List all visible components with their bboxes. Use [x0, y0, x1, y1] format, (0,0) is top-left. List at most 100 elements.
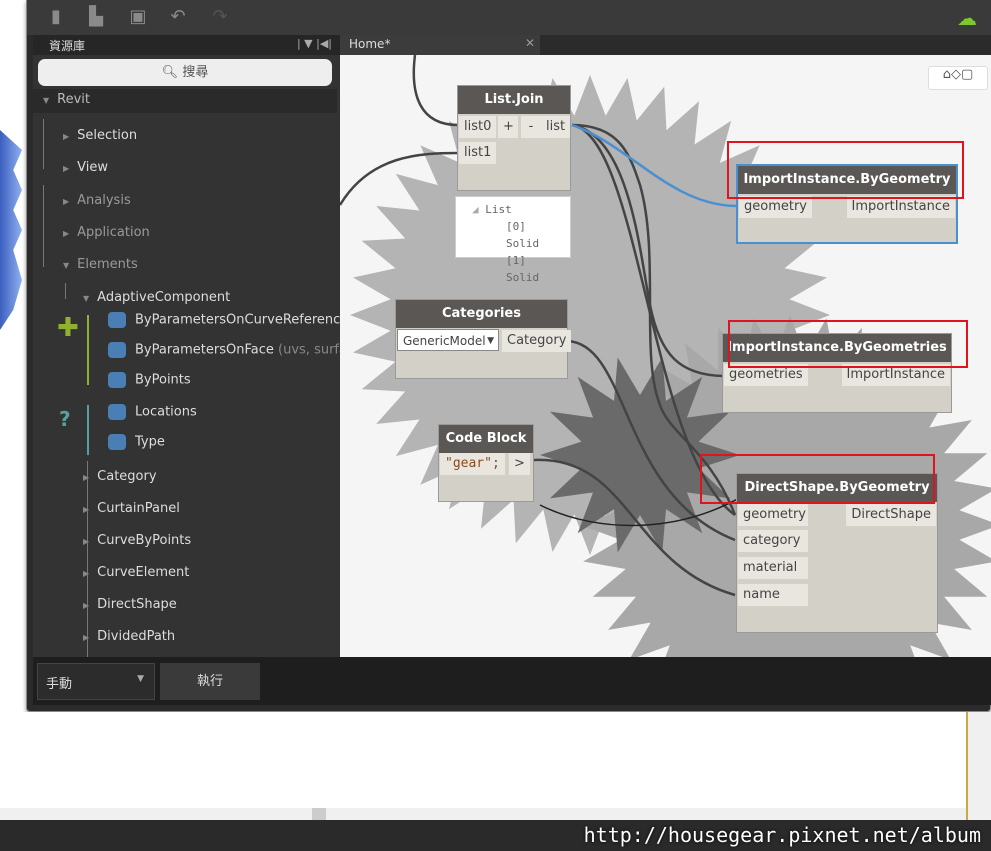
- add-input-button[interactable]: +: [498, 116, 518, 138]
- library-item-locations[interactable]: Locations: [108, 404, 197, 420]
- item-label: View: [77, 160, 109, 175]
- query-section-question-icon: ?: [59, 407, 71, 431]
- library-item-dividedpath[interactable]: ▶ DividedPath: [83, 629, 175, 644]
- node-title: List.Join: [458, 86, 570, 114]
- item-label: CurveByPoints: [97, 533, 192, 548]
- background-desktop: [0, 0, 26, 712]
- library-item-category[interactable]: ▶ Category: [83, 469, 157, 484]
- toolbar: ▮ ▙ ▣ ↶ ↷ ☁: [27, 0, 991, 35]
- item-label: ByPoints: [135, 372, 191, 388]
- close-tab-icon[interactable]: ✕: [525, 36, 535, 50]
- library-item-curtainpanel[interactable]: ▶ CurtainPanel: [83, 501, 180, 516]
- item-label: Selection: [77, 128, 138, 143]
- library-panel: 資源庫 | ▼ |◀| 🔍︎ 搜尋 ▼ Revit ▶ Selection ▶ Vie…: [33, 35, 354, 657]
- background-geometry: [0, 130, 22, 330]
- library-item-type[interactable]: Type: [108, 434, 165, 450]
- graph-canvas[interactable]: ⌂◇▢ List.Join list0 list1 + - list ◢ Lis…: [340, 55, 991, 657]
- input-port-geometry[interactable]: geometry: [738, 504, 808, 526]
- preview-row: [1] Solid: [506, 254, 540, 284]
- tab-home[interactable]: Home* ✕: [340, 35, 540, 55]
- preview-head: List: [485, 203, 512, 216]
- vertical-scrollbar[interactable]: [966, 712, 991, 820]
- library-item-curveelement[interactable]: ▶ CurveElement: [83, 565, 189, 580]
- node-title: Categories: [396, 300, 567, 328]
- watermark: http://housegear.pixnet.net/album: [583, 823, 981, 847]
- tab-label: Home*: [349, 37, 391, 51]
- view-3d-icon: ⌂◇▢: [942, 67, 974, 82]
- library-item-byparametersoncurvereference[interactable]: ByParametersOnCurveReference: [108, 312, 348, 328]
- output-port[interactable]: DirectShape: [846, 504, 936, 526]
- library-search-input[interactable]: 🔍︎ 搜尋: [38, 59, 332, 86]
- input-port-list0[interactable]: list0: [459, 116, 497, 138]
- highlight-box: [728, 320, 968, 368]
- wire-selected: [571, 123, 737, 208]
- library-controls[interactable]: | ▼ |◀|: [297, 37, 332, 50]
- host-view: [0, 712, 991, 820]
- status-bar: http://housegear.pixnet.net/album: [0, 820, 991, 851]
- library-item-elements[interactable]: ▼ Elements: [63, 257, 138, 272]
- node-list-join[interactable]: List.Join list0 list1 + - list: [457, 85, 571, 191]
- node-categories[interactable]: Categories GenericModel ▼ Category: [395, 299, 572, 379]
- input-port-material[interactable]: material: [738, 557, 808, 579]
- search-icon: 🔍︎: [161, 65, 179, 80]
- wire: [340, 151, 459, 206]
- input-port-list1[interactable]: list1: [459, 142, 497, 164]
- create-section-plus-icon: ✚: [57, 313, 79, 343]
- library-item-analysis[interactable]: ▶ Analysis: [63, 193, 131, 208]
- highlight-box: [700, 454, 935, 504]
- save-icon[interactable]: ▣: [127, 7, 149, 27]
- library-item-application[interactable]: ▶ Application: [63, 225, 150, 240]
- open-icon[interactable]: ▙: [85, 7, 107, 27]
- item-label: AdaptiveComponent: [97, 290, 231, 305]
- input-port-category[interactable]: category: [738, 530, 808, 552]
- library-item-bypoints[interactable]: ByPoints: [108, 372, 191, 388]
- output-port[interactable]: >: [509, 453, 530, 475]
- library-item-directshape[interactable]: ▶ DirectShape: [83, 597, 177, 612]
- output-port-category[interactable]: Category: [502, 330, 572, 352]
- library-item-view[interactable]: ▶ View: [63, 160, 108, 175]
- run-bar: 手動 ▼ 執行: [33, 657, 991, 705]
- run-button[interactable]: 執行: [160, 663, 260, 700]
- item-label: Analysis: [77, 193, 131, 208]
- cloud-download-icon[interactable]: ☁: [957, 6, 985, 30]
- library-item-selection[interactable]: ▶ Selection: [63, 128, 137, 143]
- library-item-curvebypoints[interactable]: ▶ CurveByPoints: [83, 533, 191, 548]
- redo-icon: ↷: [212, 6, 228, 27]
- code-editor[interactable]: "gear";: [440, 453, 505, 475]
- highlight-box: [727, 141, 964, 199]
- input-port-name[interactable]: name: [738, 584, 808, 606]
- item-label: Application: [77, 225, 150, 240]
- run-mode-dropdown[interactable]: 手動 ▼: [37, 663, 155, 700]
- geometry-view-toggle[interactable]: ⌂◇▢: [928, 66, 988, 90]
- output-port[interactable]: ImportInstance: [846, 196, 955, 218]
- chevron-down-icon: ▼: [487, 336, 494, 346]
- item-label: Category: [97, 469, 157, 484]
- library-item-byparametersonface[interactable]: ByParametersOnFace (uvs, surfac: [108, 342, 354, 358]
- item-label: Elements: [77, 257, 138, 272]
- node-title: Code Block: [439, 425, 533, 453]
- remove-input-button[interactable]: -: [521, 116, 541, 138]
- dropdown-value: GenericModel: [403, 334, 486, 348]
- item-label: ByParametersOnFace: [135, 342, 274, 358]
- run-mode-value: 手動: [46, 677, 73, 692]
- undo-icon[interactable]: ↶: [167, 7, 189, 27]
- item-label: Type: [135, 434, 165, 450]
- category-revit[interactable]: ▼ Revit: [33, 89, 337, 113]
- library-item-adaptivecomponent[interactable]: ▼ AdaptiveComponent: [83, 290, 230, 305]
- wire: [412, 55, 459, 127]
- item-label: ByParametersOnCurveReference: [135, 312, 349, 328]
- output-port-list[interactable]: list: [541, 116, 571, 138]
- locations-node-icon: [108, 404, 126, 420]
- horizontal-scrollbar[interactable]: [0, 808, 966, 820]
- workspace-tabs: Home* ✕: [340, 35, 991, 55]
- category-dropdown[interactable]: GenericModel ▼: [397, 329, 499, 351]
- input-port-geometry[interactable]: geometry: [739, 196, 813, 218]
- library-title: 資源庫: [33, 35, 340, 55]
- collapse-icon[interactable]: ◢: [472, 203, 485, 216]
- type-node-icon: [108, 434, 126, 450]
- scroll-thumb[interactable]: [312, 808, 326, 820]
- item-label: CurveElement: [97, 565, 190, 580]
- category-label: Revit: [57, 92, 91, 107]
- new-file-icon[interactable]: ▮: [45, 7, 67, 27]
- node-code-block[interactable]: Code Block "gear"; >: [438, 424, 534, 502]
